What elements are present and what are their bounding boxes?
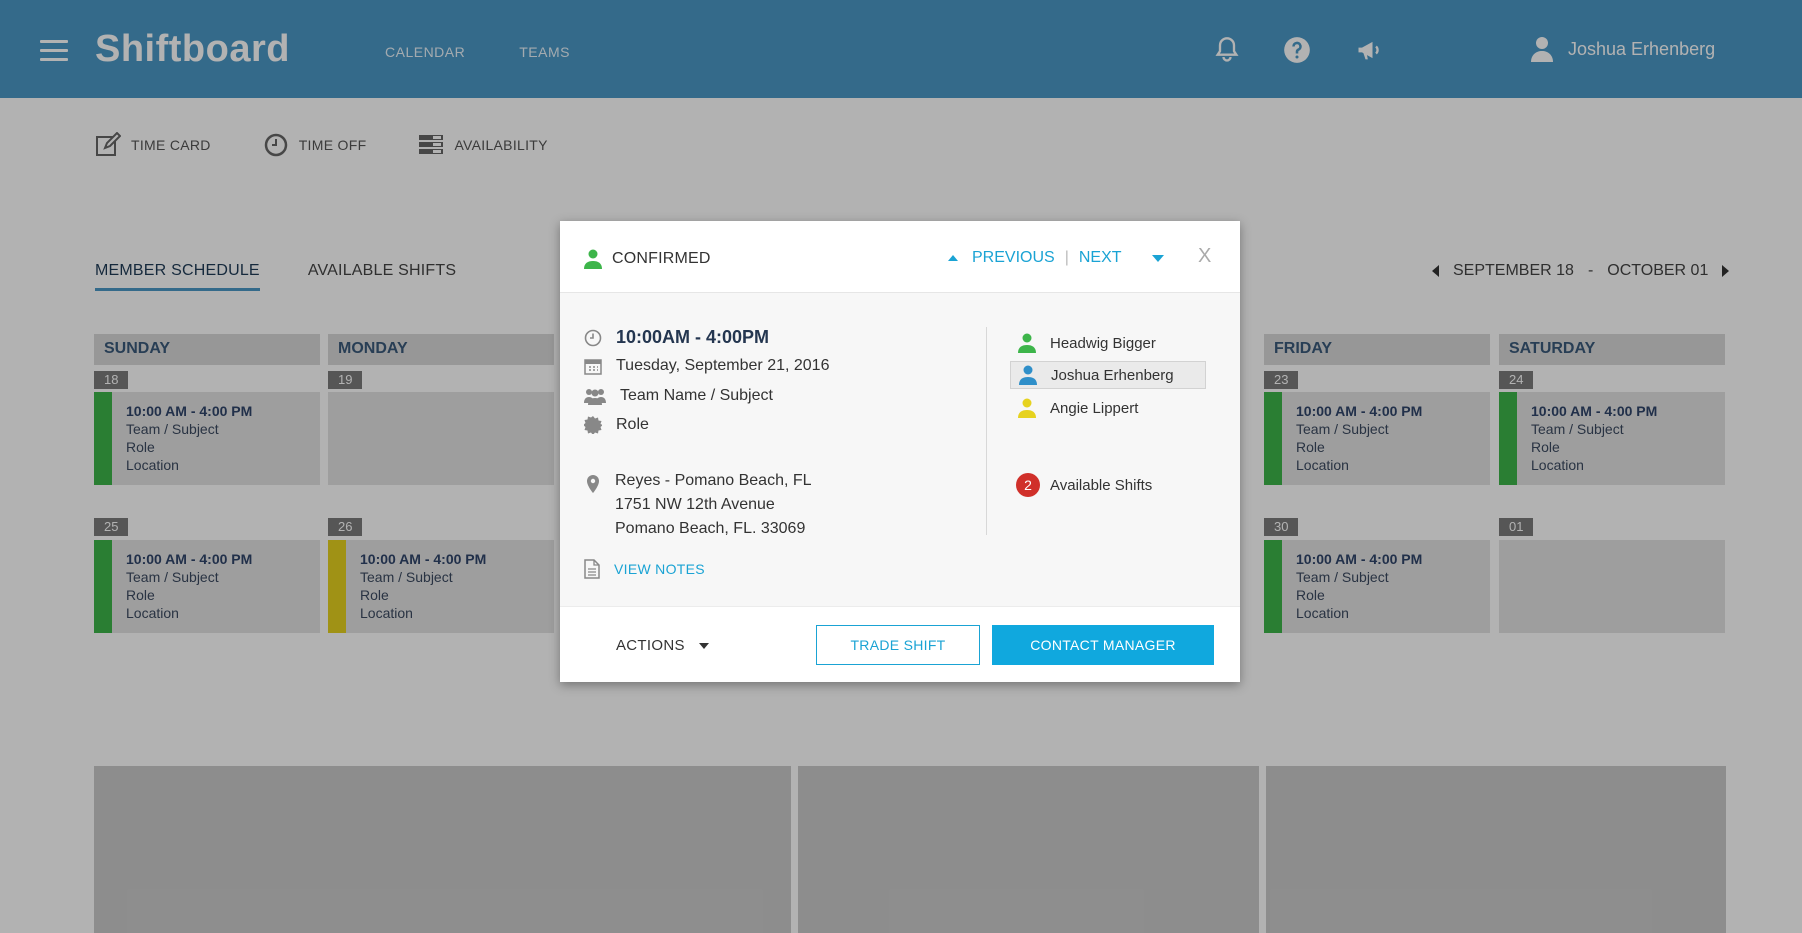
calendar-icon (584, 359, 602, 375)
shift-time-row: 10:00AM - 4:00PM (584, 327, 769, 348)
person-item[interactable]: Headwig Bigger (1010, 329, 1206, 357)
view-notes-label: VIEW NOTES (614, 561, 705, 577)
role-badge-icon (584, 416, 602, 434)
modal-pager: PREVIOUS | NEXT (948, 249, 1164, 267)
person-name: Joshua Erhenberg (1051, 366, 1174, 384)
user-confirmed-icon (584, 249, 602, 269)
caret-up-icon (948, 255, 958, 261)
view-notes-link[interactable]: VIEW NOTES (584, 559, 705, 579)
document-icon (584, 559, 600, 579)
modal-team: Team Name / Subject (620, 387, 773, 404)
address-line: Pomano Beach, FL. 33069 (615, 520, 806, 537)
shift-status: CONFIRMED (584, 249, 711, 269)
person-yellow-icon (1018, 398, 1036, 418)
person-item-selected[interactable]: Joshua Erhenberg (1010, 361, 1206, 389)
person-name: Angie Lippert (1050, 399, 1139, 417)
person-name: Headwig Bigger (1050, 334, 1156, 352)
available-label: Available Shifts (1050, 476, 1153, 494)
location-pin-icon (587, 475, 599, 493)
modal-role: Role (616, 416, 649, 433)
group-icon (584, 389, 606, 405)
modal-footer: ACTIONS TRADE SHIFT CONTACT MANAGER (560, 606, 1240, 682)
address-line: Reyes - Pomano Beach, FL (615, 472, 812, 489)
modal-date: Tuesday, September 21, 2016 (616, 357, 830, 374)
shift-role-row: Role (584, 416, 649, 434)
pager-separator: | (1064, 249, 1069, 266)
available-count-badge: 2 (1016, 473, 1040, 497)
person-item[interactable]: Angie Lippert (1010, 394, 1206, 422)
modal-body: 10:00AM - 4:00PM Tuesday, September 21, … (560, 293, 1240, 606)
available-shifts-link[interactable]: 2 Available Shifts (1016, 473, 1152, 497)
actions-label: ACTIONS (616, 637, 685, 654)
contact-manager-button[interactable]: CONTACT MANAGER (992, 625, 1214, 665)
modal-header: CONFIRMED PREVIOUS | NEXT X (560, 221, 1240, 293)
shift-team-row: Team Name / Subject (584, 387, 773, 405)
next-link[interactable]: NEXT (1079, 249, 1122, 267)
status-label: CONFIRMED (612, 250, 711, 267)
previous-link[interactable]: PREVIOUS (972, 249, 1055, 267)
modal-address: Reyes - Pomano Beach, FL 1751 NW 12th Av… (615, 469, 812, 541)
clock-icon (584, 329, 602, 346)
actions-dropdown[interactable]: ACTIONS (616, 637, 709, 654)
close-button[interactable]: X (1198, 245, 1211, 268)
modal-time: 10:00AM - 4:00PM (616, 327, 770, 347)
shift-detail-modal: CONFIRMED PREVIOUS | NEXT X 10:00AM - 4:… (560, 221, 1240, 682)
address-line: 1751 NW 12th Avenue (615, 496, 775, 513)
person-green-icon (1018, 333, 1036, 353)
modal-divider (986, 327, 987, 535)
trade-shift-button[interactable]: TRADE SHIFT (816, 625, 980, 665)
person-blue-icon (1019, 365, 1037, 385)
caret-down-icon[interactable] (1151, 254, 1164, 262)
shift-date-row: Tuesday, September 21, 2016 (584, 357, 829, 375)
chevron-down-icon (698, 642, 709, 649)
